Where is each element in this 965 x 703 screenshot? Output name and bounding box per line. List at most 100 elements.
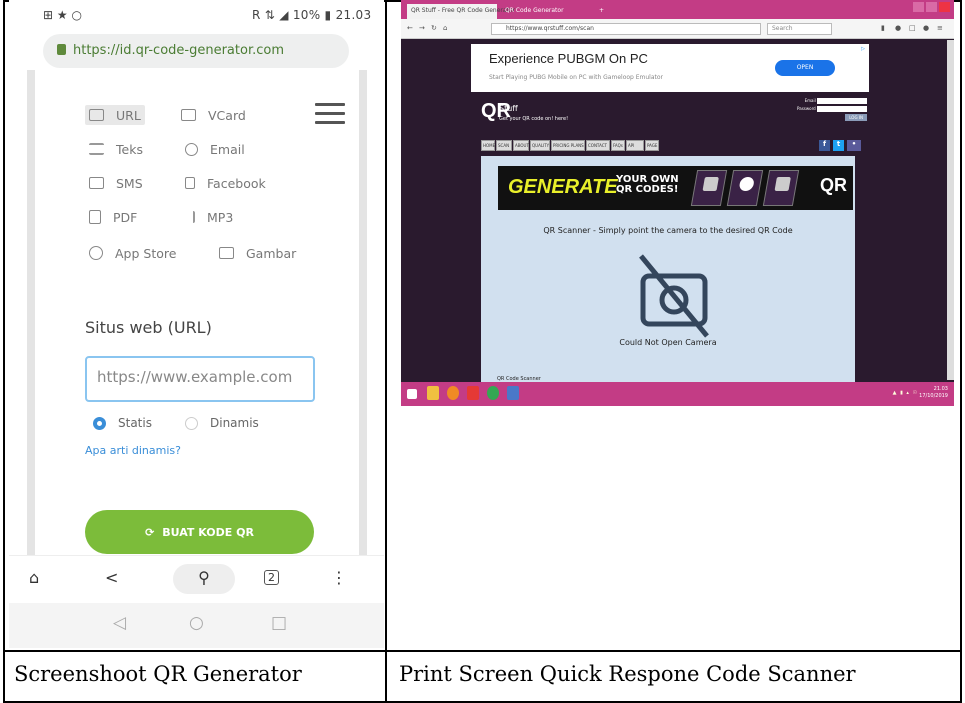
- address-bar[interactable]: https://id.qr-code-generator.com: [43, 34, 349, 68]
- nav-tab-page[interactable]: PAGE: [645, 140, 659, 151]
- firefox-icon[interactable]: [447, 386, 459, 400]
- browser-tab-qr-generator[interactable]: QR Code Generator: [501, 4, 591, 19]
- account-icon[interactable]: ●: [923, 24, 929, 32]
- camera-status: Could Not Open Camera: [619, 338, 717, 347]
- home-circle-icon[interactable]: ○: [189, 613, 204, 633]
- menu-item-url[interactable]: URL: [85, 105, 145, 125]
- maximize-icon[interactable]: [926, 2, 937, 12]
- mp3-icon: [185, 211, 195, 223]
- status-left-icons: ⊞ ★ ○: [43, 8, 82, 22]
- recents-icon[interactable]: □: [271, 613, 287, 633]
- reload-icon[interactable]: ↻: [431, 24, 437, 32]
- email-label: Email: [804, 98, 816, 103]
- more-icon[interactable]: ⋮: [331, 568, 347, 587]
- radio-selected-icon: [93, 416, 106, 430]
- facebook-icon[interactable]: f: [819, 140, 830, 151]
- desktop-screenshot: QR Stuff - Free QR Code Generator QR Cod…: [401, 0, 954, 406]
- help-link[interactable]: Apa arti dinamis?: [85, 444, 181, 457]
- home-icon[interactable]: ⌂: [443, 24, 447, 32]
- tabs-icon[interactable]: 2: [264, 570, 279, 585]
- nav-tab-scan[interactable]: SCAN: [496, 140, 512, 151]
- file-explorer-icon[interactable]: [427, 386, 439, 400]
- text-icon: [89, 143, 104, 155]
- sidebar-icon[interactable]: □: [909, 24, 916, 32]
- taskbar-clock[interactable]: 21.03 17/10/2019: [919, 386, 948, 400]
- extension-icon[interactable]: ●: [895, 24, 901, 32]
- nav-tab-about[interactable]: ABOUT: [513, 140, 529, 151]
- step-download-icon: [726, 170, 764, 206]
- app-icon[interactable]: [467, 386, 479, 400]
- nav-tab-pricing-plans[interactable]: PRICING PLANS: [551, 140, 585, 151]
- word-icon[interactable]: [507, 386, 519, 400]
- menu-item-pdf[interactable]: PDF: [89, 207, 137, 227]
- ad-open-button[interactable]: OPEN: [775, 60, 835, 76]
- address-field[interactable]: https://www.qrstuff.com/scan: [491, 23, 761, 35]
- start-icon[interactable]: [407, 389, 417, 399]
- hamburger-menu-icon[interactable]: [315, 103, 345, 130]
- menu-item-sms[interactable]: SMS: [89, 173, 143, 193]
- nav-tab-api[interactable]: API: [626, 140, 644, 151]
- pdf-icon: [89, 210, 101, 224]
- password-field[interactable]: [817, 106, 867, 112]
- logo-tagline: Get your QR code on! here!: [499, 116, 569, 122]
- menu-item-teks[interactable]: Teks: [89, 139, 143, 159]
- radio-dynamic[interactable]: Dinamis: [185, 416, 259, 430]
- nav-tab-contact[interactable]: CONTACT: [586, 140, 610, 151]
- menu-item-email[interactable]: Email: [185, 139, 245, 159]
- ad-banner[interactable]: Experience PUBGM On PC Start Playing PUB…: [471, 44, 869, 92]
- banner-tagline: YOUR OWN QR CODES!: [616, 174, 679, 195]
- page-edge-left: [27, 70, 35, 630]
- url-input[interactable]: https://www.example.com: [85, 356, 315, 402]
- search-field[interactable]: Search: [767, 23, 832, 35]
- email-field[interactable]: [817, 98, 867, 104]
- create-qr-button[interactable]: ⟳ BUAT KODE QR: [85, 510, 314, 554]
- menu-icon[interactable]: ≡: [937, 24, 943, 32]
- banner-logo: QR: [820, 175, 847, 195]
- login-form: Email Password LOG IN: [789, 98, 867, 121]
- step-create-icon: [690, 170, 728, 206]
- table-column-divider: [385, 0, 387, 703]
- nav-tab-quality[interactable]: QUALITY: [530, 140, 550, 151]
- menu-item-mp3[interactable]: MP3: [185, 207, 233, 227]
- nav-tab-faqs[interactable]: FAQs: [611, 140, 625, 151]
- caption-left: Screenshoot QR Generator: [14, 662, 302, 686]
- library-icon[interactable]: ▮: [881, 24, 885, 32]
- rss-icon[interactable]: •: [847, 140, 861, 151]
- generate-banner[interactable]: GENERATE YOUR OWN QR CODES! QR: [498, 166, 853, 210]
- status-right-info: R ⇅ ◢ 10% ▮ 21.03: [252, 8, 372, 22]
- page-edge-right: [359, 70, 367, 630]
- menu-item-vcard[interactable]: VCard: [181, 105, 246, 125]
- search-icon[interactable]: ⚲: [173, 564, 235, 594]
- back-icon[interactable]: ◁: [113, 613, 126, 633]
- forward-arrow-icon[interactable]: →: [419, 24, 425, 32]
- minimize-icon[interactable]: [913, 2, 924, 12]
- phone-screenshot: ⊞ ★ ○ R ⇅ ◢ 10% ▮ 21.03 https://id.qr-co…: [9, 0, 384, 648]
- nav-tab-home[interactable]: HOME: [481, 140, 495, 151]
- browser-tab-strip: QR Stuff - Free QR Code Generator QR Cod…: [401, 0, 954, 19]
- address-text: https://id.qr-code-generator.com: [73, 43, 284, 58]
- step-scan-icon: [762, 170, 800, 206]
- site-logo[interactable]: QR Stuff Get your QR code on! here!: [481, 100, 568, 123]
- home-icon[interactable]: ⌂: [29, 568, 39, 587]
- ad-title: Experience PUBGM On PC: [489, 51, 648, 66]
- menu-item-app-store[interactable]: App Store: [89, 243, 176, 263]
- document-table: ⊞ ★ ○ R ⇅ ◢ 10% ▮ 21.03 https://id.qr-co…: [0, 0, 965, 703]
- close-icon[interactable]: [939, 2, 950, 12]
- new-tab-icon[interactable]: +: [595, 4, 607, 19]
- system-navigation-bar: ◁ ○ □: [9, 603, 384, 648]
- image-icon: [219, 247, 234, 259]
- twitter-icon[interactable]: t: [833, 140, 844, 151]
- radio-static[interactable]: Statis: [93, 416, 152, 430]
- browser-tab-qrstuff[interactable]: QR Stuff - Free QR Code Generator: [407, 4, 515, 19]
- password-label: Password: [797, 106, 816, 111]
- share-icon[interactable]: <: [105, 568, 118, 587]
- chrome-icon[interactable]: [487, 386, 499, 400]
- login-button[interactable]: LOG IN: [845, 114, 867, 121]
- page-scrollbar[interactable]: [947, 40, 954, 380]
- system-tray[interactable]: ▲ ▮ ▴ ☉: [893, 390, 918, 396]
- back-arrow-icon[interactable]: ←: [407, 24, 413, 32]
- menu-item-gambar[interactable]: Gambar: [219, 243, 296, 263]
- ad-choices-icon[interactable]: ▷: [861, 46, 865, 52]
- refresh-icon: ⟳: [145, 525, 155, 539]
- menu-item-facebook[interactable]: Facebook: [185, 173, 266, 193]
